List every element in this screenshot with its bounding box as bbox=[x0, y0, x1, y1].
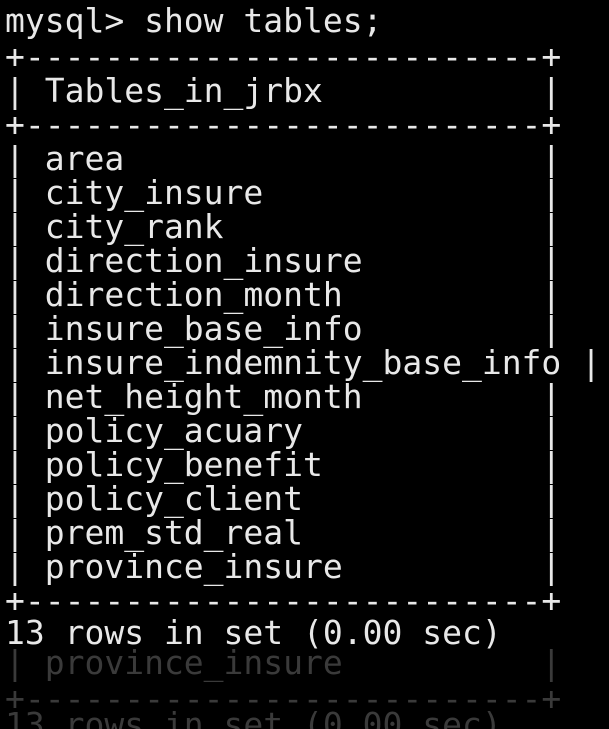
ghost-table-row: | province_insure | bbox=[5, 643, 562, 682]
ghost-result-summary: 13 rows in set (0.00 sec) bbox=[5, 705, 502, 729]
ghost-overlay: | province_insure | +-------------------… bbox=[0, 0, 609, 729]
terminal-window[interactable]: mysql> show tables; +-------------------… bbox=[0, 0, 609, 729]
